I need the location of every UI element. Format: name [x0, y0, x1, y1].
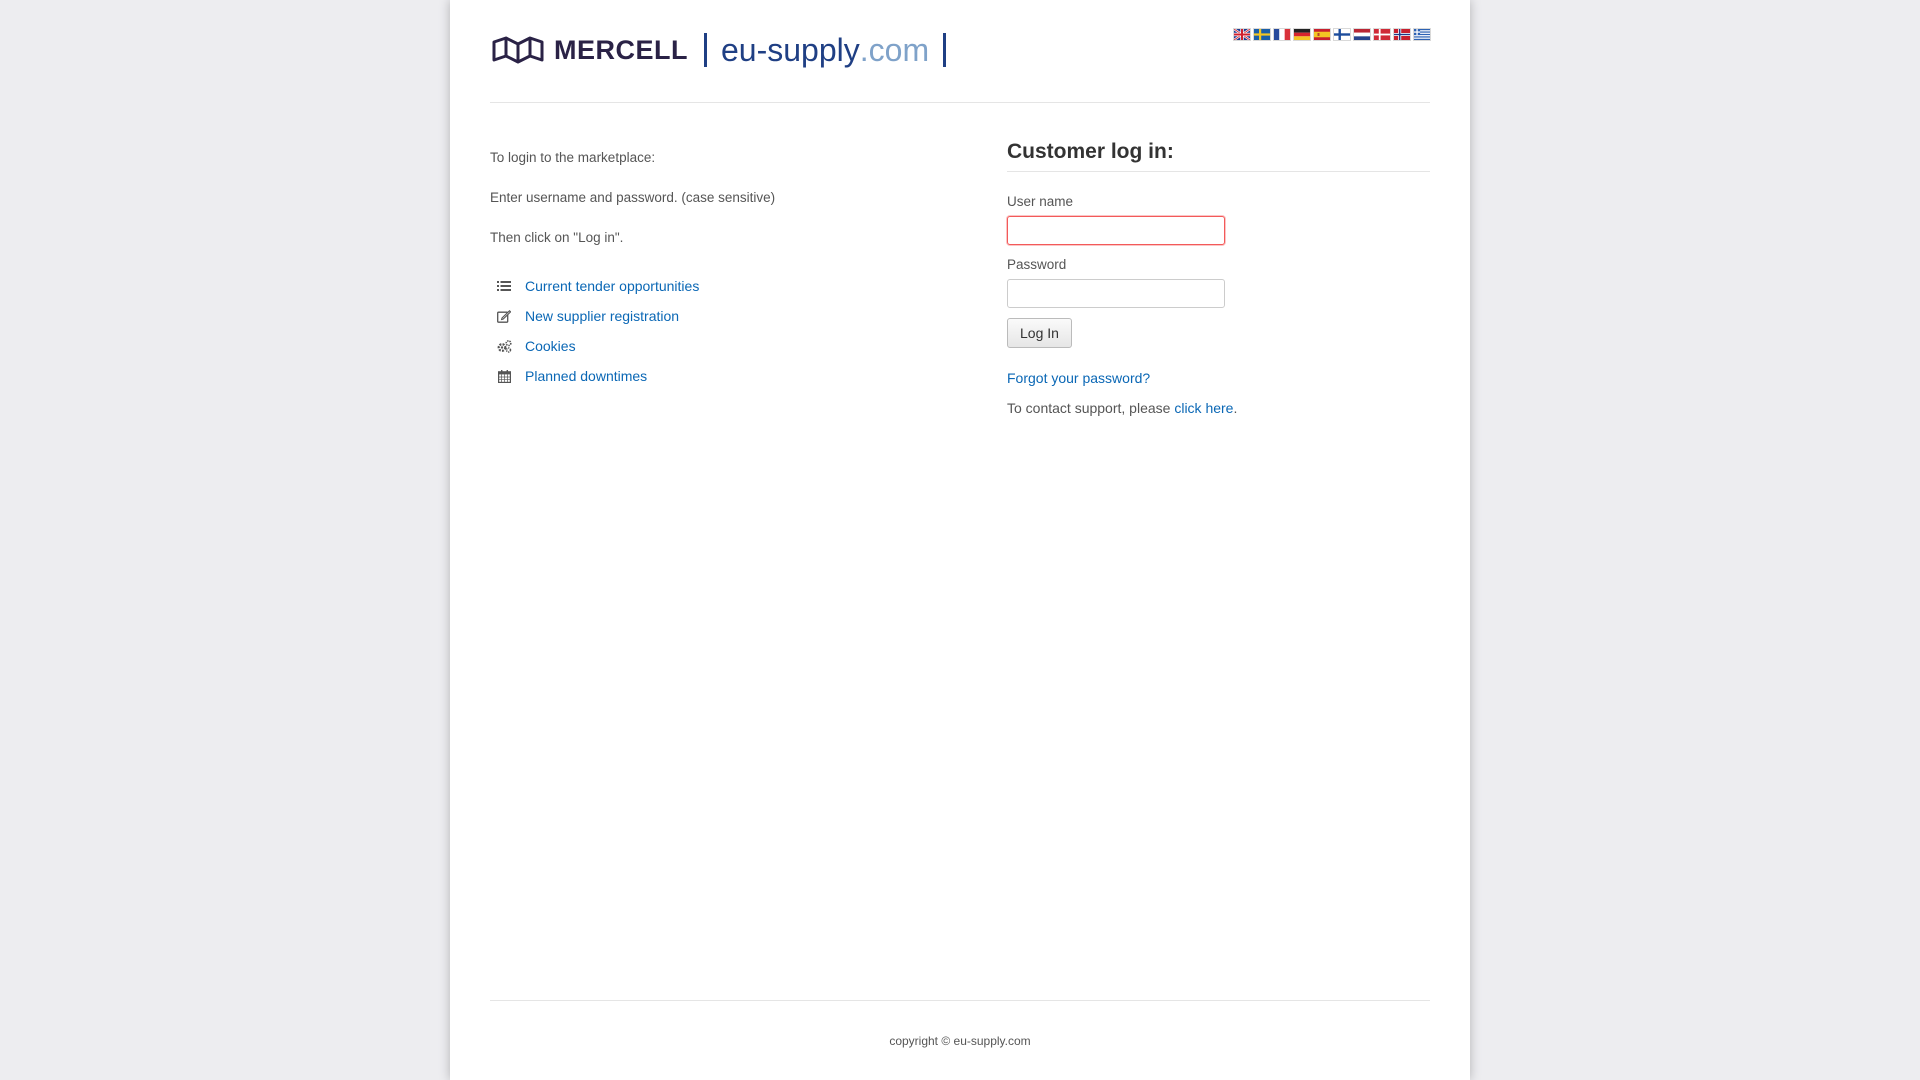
login-button[interactable]: Log In: [1007, 318, 1072, 348]
new-supplier-registration-link[interactable]: New supplier registration: [525, 308, 679, 324]
instruction-line-2: Enter username and password. (case sensi…: [490, 190, 776, 205]
forgot-password-link[interactable]: Forgot your password?: [1007, 370, 1430, 386]
cookies-link[interactable]: Cookies: [525, 338, 576, 354]
netherlands-flag-icon[interactable]: [1354, 29, 1370, 40]
logo[interactable]: MERCELL eu-supply .com: [492, 31, 947, 68]
login-form: Customer log in: User name Password Log …: [1007, 140, 1430, 416]
footer: copyright © eu-supply.com: [490, 1000, 1430, 1048]
norway-flag-icon[interactable]: [1394, 29, 1410, 40]
support-prefix: To contact support, please: [1007, 400, 1175, 416]
link-row-downtimes: Planned downtimes: [490, 368, 950, 384]
mercell-logo-icon: [492, 36, 544, 64]
calendar-icon: [496, 369, 512, 383]
support-text: To contact support, please click here.: [1007, 400, 1430, 416]
germany-flag-icon[interactable]: [1294, 29, 1310, 40]
instruction-line-1: To login to the marketplace:: [490, 150, 656, 165]
logo-mercell-text: MERCELL: [554, 34, 688, 65]
list-icon: [496, 279, 512, 293]
site-tld: .com: [859, 31, 930, 68]
page-container: MERCELL eu-supply .com To login to the m…: [450, 0, 1470, 1080]
support-link[interactable]: click here: [1174, 400, 1233, 416]
edit-icon: [496, 309, 512, 323]
finland-flag-icon[interactable]: [1334, 29, 1350, 40]
login-title: Customer log in:: [1007, 140, 1430, 172]
link-row-cookies: Cookies: [490, 338, 950, 354]
password-input[interactable]: [1007, 279, 1225, 308]
logo-separator-end: [943, 33, 947, 67]
link-row-tenders: Current tender opportunities: [490, 278, 950, 294]
username-label: User name: [1007, 194, 1074, 209]
denmark-flag-icon[interactable]: [1374, 29, 1390, 40]
gears-icon: [496, 339, 512, 353]
planned-downtimes-link[interactable]: Planned downtimes: [525, 368, 647, 384]
current-tender-opportunities-link[interactable]: Current tender opportunities: [525, 278, 699, 294]
support-suffix: .: [1233, 400, 1238, 416]
spain-flag-icon[interactable]: [1314, 29, 1330, 40]
site-name: eu-supply: [721, 31, 860, 68]
greece-flag-icon[interactable]: [1414, 29, 1430, 40]
quick-links: Current tender opportunities New supplie…: [490, 278, 950, 384]
copyright-text: copyright © eu-supply.com: [889, 1034, 1031, 1048]
france-flag-icon[interactable]: [1274, 29, 1290, 40]
login-instructions: To login to the marketplace: Enter usern…: [490, 150, 950, 398]
username-input[interactable]: [1007, 216, 1225, 245]
uk-flag-icon[interactable]: [1234, 29, 1250, 40]
sweden-flag-icon[interactable]: [1254, 29, 1270, 40]
language-selector: [1234, 29, 1430, 40]
password-label: Password: [1007, 257, 1067, 272]
header: MERCELL eu-supply .com: [490, 0, 1430, 103]
instruction-line-3: Then click on "Log in".: [490, 230, 624, 245]
logo-separator: [704, 33, 707, 67]
link-row-registration: New supplier registration: [490, 308, 950, 324]
